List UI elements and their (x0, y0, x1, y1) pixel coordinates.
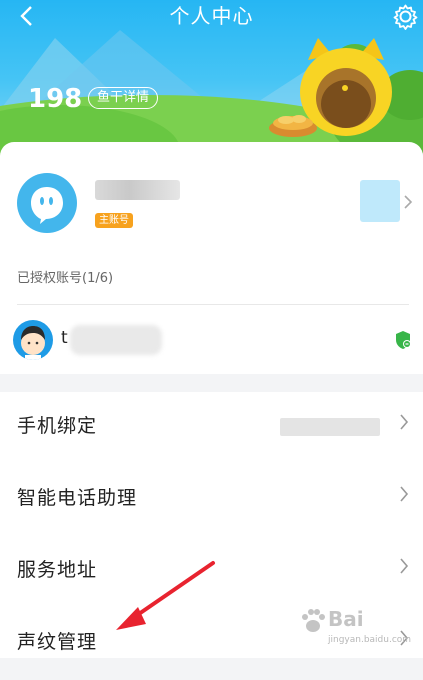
account-name-redacted (95, 180, 180, 200)
shield-check-icon[interactable] (394, 330, 412, 350)
divider (17, 304, 409, 305)
chevron-right-icon (400, 558, 409, 574)
menu-item-label: 手机绑定 (17, 415, 98, 437)
qr-code-redacted[interactable] (360, 180, 400, 222)
chat-bubble-avatar-icon (31, 187, 63, 224)
phone-number-redacted (280, 418, 380, 436)
sub-account-name: t (61, 328, 68, 348)
menu-item-label: 声纹管理 (17, 631, 98, 653)
chevron-right-icon (404, 195, 413, 209)
menu-item-label: 智能电话助理 (17, 487, 138, 509)
coin-detail-button[interactable]: 鱼干详情 (88, 87, 159, 109)
main-account-badge: 主账号 (95, 213, 133, 228)
authorized-accounts-label: 已授权账号(1/6) (17, 271, 114, 286)
menu-item-service-address[interactable]: 服务地址 (0, 536, 423, 608)
chevron-right-icon (400, 486, 409, 502)
paw-logo-icon (302, 609, 325, 632)
watermark: Bai jingyan.baidu.com (300, 603, 420, 653)
person-avatar-icon (21, 326, 45, 360)
gear-icon[interactable] (392, 3, 419, 30)
coin-count: 198 (28, 84, 83, 114)
watermark-url: jingyan.baidu.com (328, 635, 412, 645)
menu-item-label: 服务地址 (17, 559, 98, 581)
sub-account-name-redacted (70, 325, 162, 355)
menu-item-phone-binding[interactable]: 手机绑定 (0, 392, 423, 464)
chevron-right-icon (400, 414, 409, 430)
nav-bar: 个人中心 (0, 0, 423, 34)
avatar[interactable] (17, 173, 77, 233)
profile-card: 主账号 已授权账号(1/6) t (0, 142, 423, 374)
sub-account-avatar[interactable] (13, 320, 53, 360)
watermark-text: Bai (328, 607, 364, 631)
menu-item-smart-phone-assistant[interactable]: 智能电话助理 (0, 464, 423, 536)
page-title: 个人中心 (169, 4, 254, 28)
